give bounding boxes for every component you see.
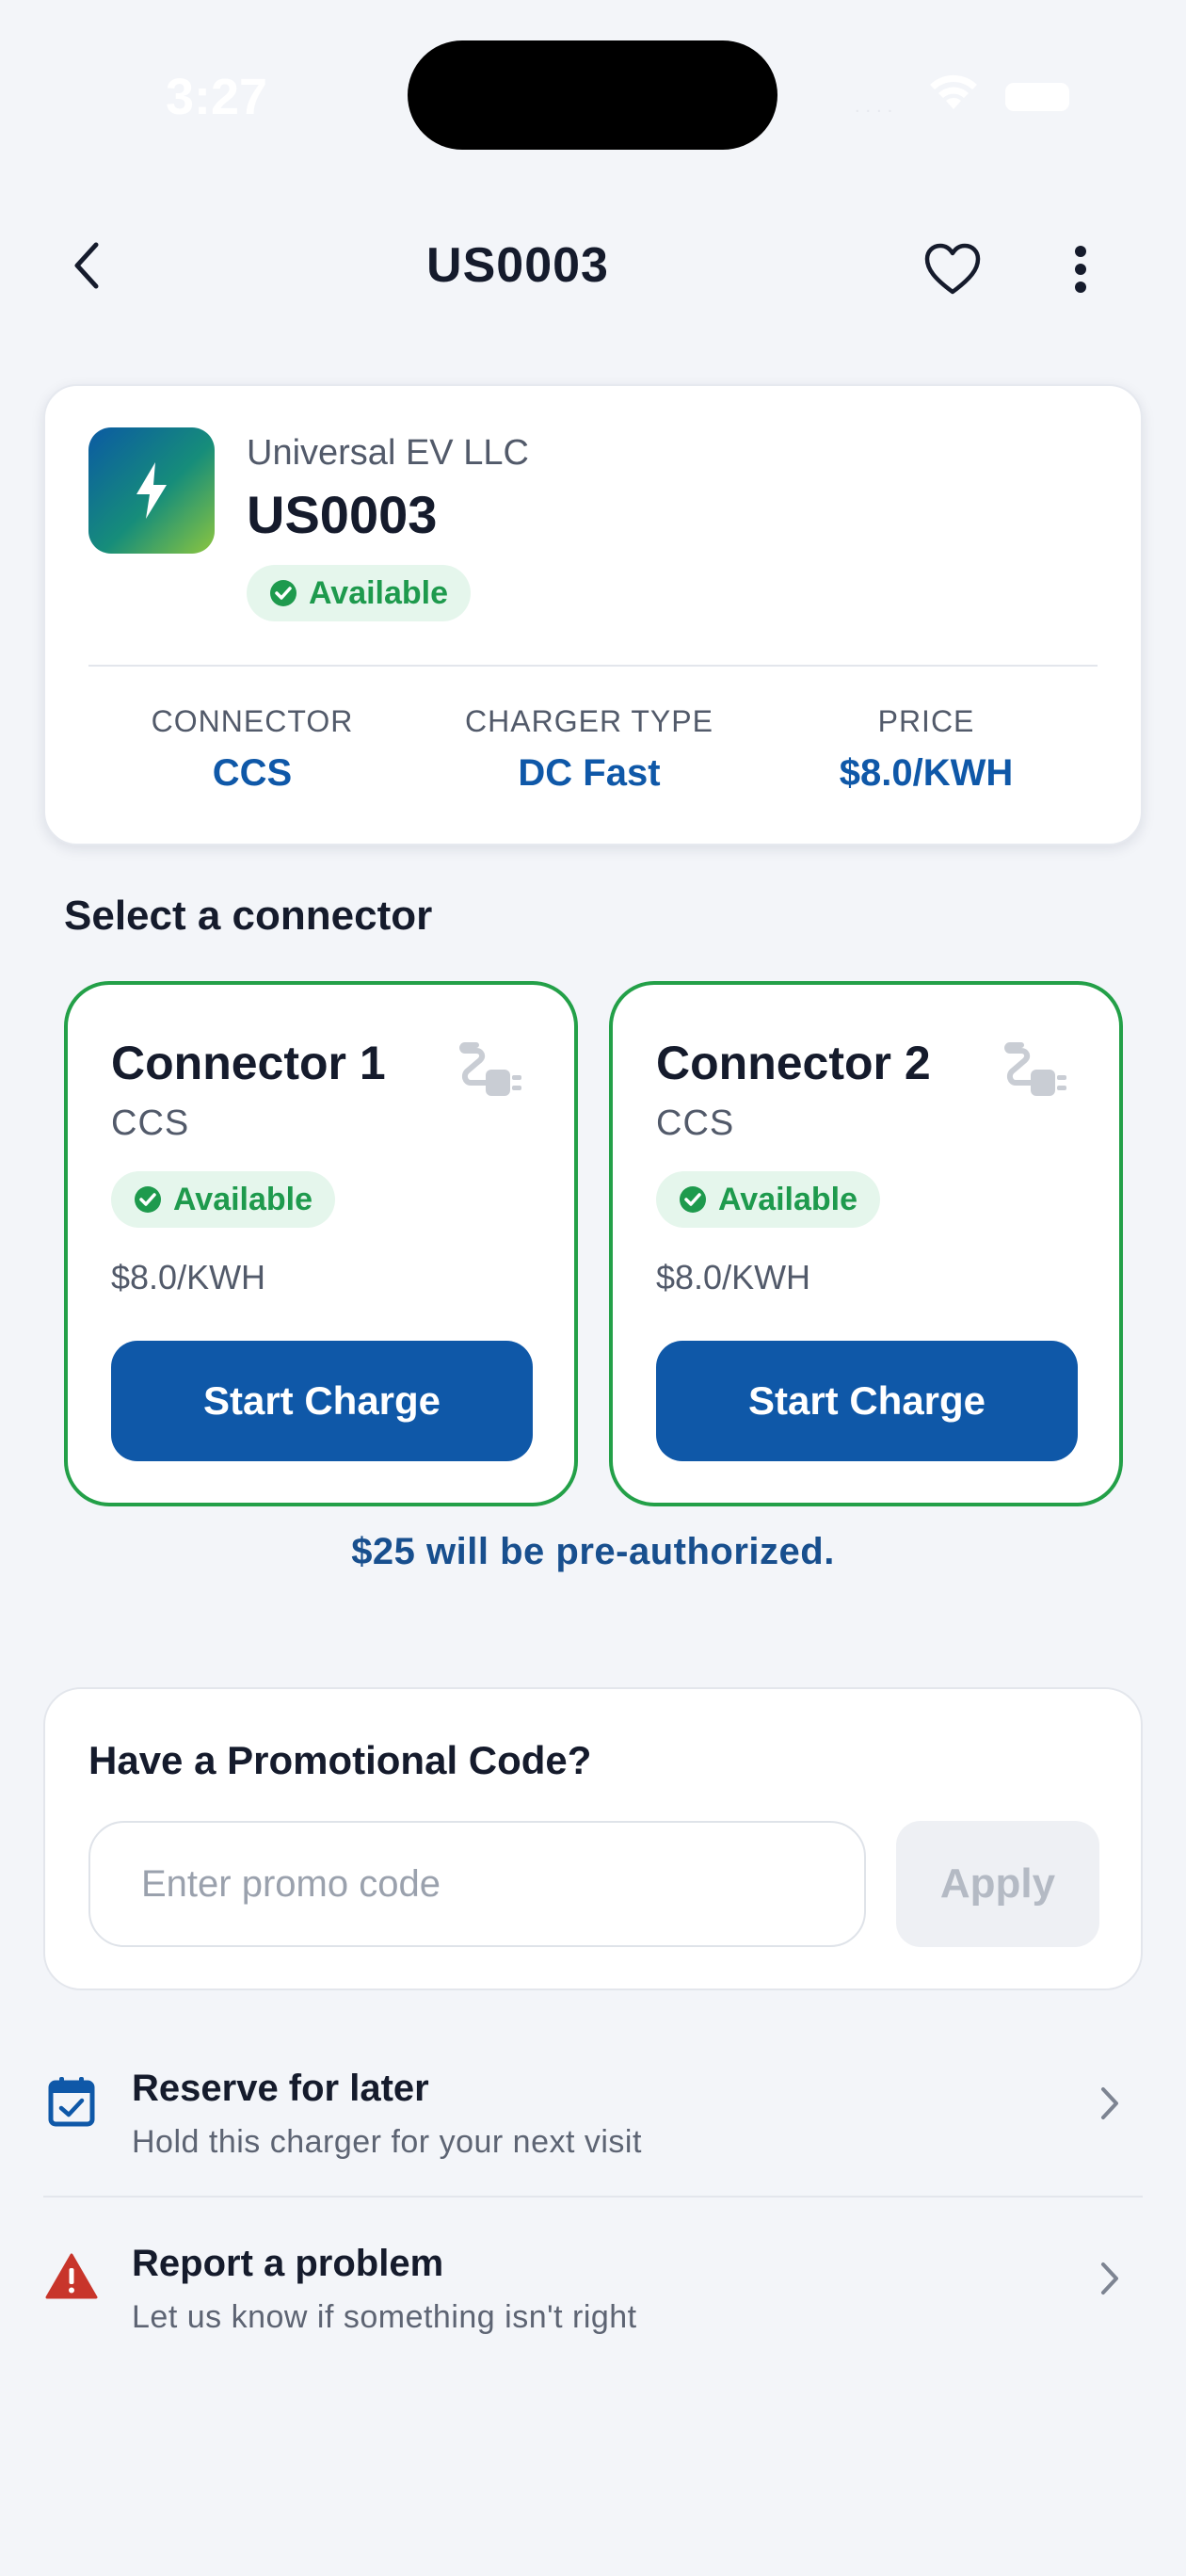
status-badge-label: Available: [173, 1181, 313, 1217]
charger-type-label: CHARGER TYPE: [465, 704, 713, 738]
connector-price: $8.0/KWH: [111, 1258, 266, 1296]
status-badge: Available: [247, 565, 472, 621]
divider: [43, 2196, 1143, 2198]
wifi-icon: [927, 72, 980, 116]
app-header: US0003: [0, 217, 1186, 320]
chevron-right-icon: [1086, 2075, 1133, 2132]
connector-info: CONNECTOR CCS: [83, 704, 422, 795]
status-badge: Available: [656, 1171, 881, 1228]
plug-icon: [457, 1038, 525, 1103]
station-card: Universal EV LLC US0003 Available CONNEC…: [43, 384, 1143, 845]
chevron-right-icon: [1086, 2250, 1133, 2307]
connector-name: Connector 2: [656, 1037, 931, 1089]
battery-icon: [1005, 83, 1069, 111]
apply-button[interactable]: Apply: [896, 1821, 1099, 1947]
more-vertical-icon: [1075, 246, 1086, 293]
connector-card-2[interactable]: Connector 2 CCS Available $8.0/KWH Start…: [609, 981, 1123, 1506]
favorite-button[interactable]: [919, 235, 986, 303]
check-circle-icon: [270, 580, 296, 606]
report-problem-row[interactable]: Report a problem Let us know if somethin…: [43, 2201, 1143, 2371]
price-value: $8.0/KWH: [839, 752, 1014, 794]
row-subtitle: Let us know if something isn't right: [132, 2299, 637, 2335]
plug-icon: [1002, 1038, 1070, 1103]
warning-icon: [43, 2248, 100, 2305]
divider: [88, 665, 1098, 667]
heart-icon: [924, 243, 981, 295]
start-charge-button[interactable]: Start Charge: [111, 1341, 533, 1461]
promo-card: Have a Promotional Code? Apply: [43, 1687, 1143, 1990]
check-circle-icon: [135, 1186, 161, 1213]
row-title: Report a problem: [132, 2243, 444, 2284]
promo-title: Have a Promotional Code?: [88, 1738, 592, 1782]
station-logo: [88, 427, 215, 554]
page-title: US0003: [426, 238, 609, 293]
promo-code-input[interactable]: [88, 1821, 866, 1947]
status-badge-label: Available: [718, 1181, 858, 1217]
preauthorization-note: $25 will be pre-authorized.: [351, 1531, 835, 1572]
connector-info-value: CCS: [212, 752, 293, 794]
section-title: Select a connector: [64, 893, 433, 939]
start-charge-button[interactable]: Start Charge: [656, 1341, 1078, 1461]
reserve-for-later-row[interactable]: Reserve for later Hold this charger for …: [43, 2026, 1143, 2196]
row-subtitle: Hold this charger for your next visit: [132, 2124, 642, 2160]
connector-info-label: CONNECTOR: [151, 704, 354, 738]
connector-price: $8.0/KWH: [656, 1258, 811, 1296]
status-badge: Available: [111, 1171, 336, 1228]
lightning-bolt-icon: [136, 462, 167, 519]
more-options-button[interactable]: [1054, 235, 1107, 303]
status-bar: 3:27 ....: [0, 0, 1186, 188]
connector-type: CCS: [111, 1103, 190, 1143]
row-title: Reserve for later: [132, 2068, 429, 2109]
check-circle-icon: [680, 1186, 706, 1213]
charger-type-info: CHARGER TYPE DC Fast: [420, 704, 759, 795]
calendar-check-icon: [43, 2073, 100, 2130]
charger-type-value: DC Fast: [518, 752, 661, 794]
operator-name: Universal EV LLC: [247, 433, 529, 473]
station-id: US0003: [247, 485, 438, 544]
connector-card-1[interactable]: Connector 1 CCS Available $8.0/KWH Start…: [64, 981, 578, 1506]
cellular-signal-icon: ....: [855, 96, 899, 117]
price-info: PRICE $8.0/KWH: [757, 704, 1096, 795]
connector-type: CCS: [656, 1103, 735, 1143]
connector-name: Connector 1: [111, 1037, 386, 1089]
dynamic-island: [408, 40, 777, 150]
price-label: PRICE: [877, 704, 975, 738]
status-time: 3:27: [166, 69, 268, 125]
status-badge-label: Available: [309, 574, 449, 611]
